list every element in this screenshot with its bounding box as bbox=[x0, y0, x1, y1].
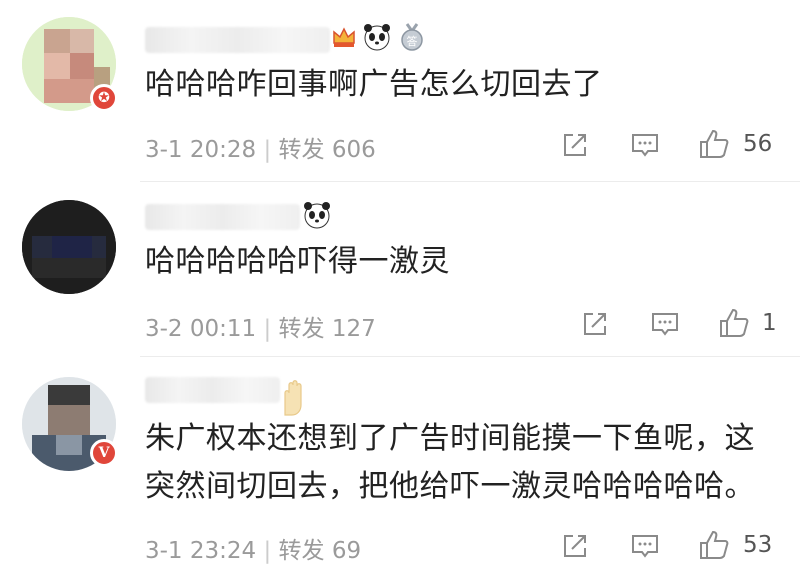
like-count: 53 bbox=[743, 532, 773, 558]
comment-meta: 3-1 20:28 | 转发 606 bbox=[145, 130, 376, 164]
repost-link[interactable]: 转发 bbox=[279, 137, 325, 163]
repost-link[interactable]: 转发 bbox=[279, 316, 325, 342]
comment-icon[interactable] bbox=[630, 531, 660, 561]
thumbs-up-icon[interactable] bbox=[698, 128, 730, 160]
thumbs-up-icon[interactable] bbox=[698, 529, 730, 561]
comment-meta: 3-1 23:24 | 转发 69 bbox=[145, 531, 361, 565]
meta-separator: | bbox=[263, 316, 272, 342]
thumbs-up-icon[interactable] bbox=[718, 307, 750, 339]
repost-link[interactable]: 转发 bbox=[279, 538, 325, 564]
comment-1: ✪ 答 哈哈哈咋回事啊广告怎么切回去了 3-1 20:28 | 转发 606 5… bbox=[0, 0, 800, 180]
medal-badge-icon: 答 bbox=[398, 22, 426, 52]
comment-icon[interactable] bbox=[630, 130, 660, 160]
username-blurred[interactable] bbox=[145, 377, 280, 403]
meta-separator: | bbox=[263, 538, 272, 564]
panda-badge-icon bbox=[362, 22, 392, 52]
username-blurred[interactable] bbox=[145, 27, 330, 53]
comment-text: 朱广权本还想到了广告时间能摸一下鱼呢，这 突然间切回去，把他给吓一激灵哈哈哈哈哈… bbox=[145, 415, 776, 511]
username-blurred[interactable] bbox=[145, 204, 300, 230]
repost-count: 127 bbox=[331, 316, 376, 342]
avatar-image bbox=[22, 200, 116, 294]
comment-date: 3-2 00:11 bbox=[145, 316, 257, 342]
comment-text-line-1: 朱广权本还想到了广告时间能摸一下鱼呢，这 bbox=[145, 421, 755, 456]
avatar[interactable] bbox=[22, 200, 116, 294]
comment-date: 3-1 20:28 bbox=[145, 137, 257, 163]
verified-badge: V bbox=[90, 439, 118, 467]
comment-text: 哈哈哈哈哈吓得一激灵 bbox=[145, 244, 450, 279]
comment-meta: 3-2 00:11 | 转发 127 bbox=[145, 309, 376, 343]
panda-badge-icon bbox=[302, 200, 332, 230]
meta-separator: | bbox=[263, 137, 272, 163]
crown-badge-icon bbox=[330, 22, 358, 52]
share-icon[interactable] bbox=[580, 309, 610, 339]
comment-3: V 朱广权本还想到了广告时间能摸一下鱼呢，这 突然间切回去，把他给吓一激灵哈哈哈… bbox=[0, 357, 800, 566]
comment-icon[interactable] bbox=[650, 309, 680, 339]
svg-text:答: 答 bbox=[407, 34, 418, 48]
like-count: 56 bbox=[743, 131, 773, 157]
comment-2: 哈哈哈哈哈吓得一激灵 3-2 00:11 | 转发 127 1 bbox=[0, 182, 800, 357]
comment-text-line-2: 突然间切回去，把他给吓一激灵哈哈哈哈哈。 bbox=[145, 469, 755, 504]
hand-badge-icon bbox=[280, 377, 306, 417]
repost-count: 606 bbox=[331, 137, 376, 163]
repost-count: 69 bbox=[331, 538, 362, 564]
share-icon[interactable] bbox=[560, 531, 590, 561]
verified-badge: ✪ bbox=[90, 84, 118, 112]
share-icon[interactable] bbox=[560, 130, 590, 160]
comment-date: 3-1 23:24 bbox=[145, 538, 257, 564]
comment-text: 哈哈哈咋回事啊广告怎么切回去了 bbox=[145, 67, 603, 102]
like-count: 1 bbox=[762, 310, 777, 336]
